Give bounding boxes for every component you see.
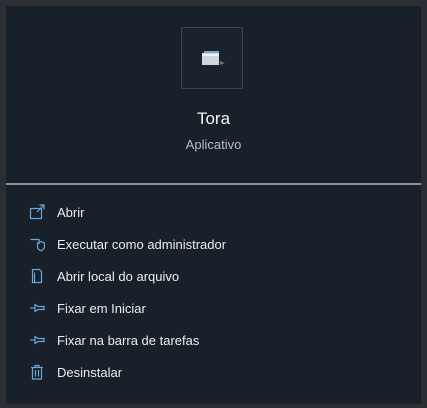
menu-item-uninstall[interactable]: Desinstalar: [6, 356, 421, 388]
shield-icon: [29, 236, 45, 252]
menu-item-label: Fixar na barra de tarefas: [57, 332, 200, 348]
menu-item-pin-to-taskbar[interactable]: Fixar na barra de tarefas: [6, 324, 421, 356]
app-name: Tora: [196, 109, 231, 128]
menu-item-label: Abrir: [57, 204, 85, 220]
file-location-icon: [29, 268, 45, 284]
context-menu: Abrir Executar como administrador Abrir …: [6, 196, 421, 388]
trash-icon: [29, 364, 45, 380]
context-panel: Tora Aplicativo Abrir Executar como admi…: [6, 6, 421, 404]
menu-item-pin-to-start[interactable]: Fixar em Iniciar: [6, 292, 421, 324]
pin-icon: [29, 300, 45, 316]
menu-item-label: Desinstalar: [57, 364, 123, 380]
folder-app-icon: [202, 51, 225, 65]
divider: [6, 183, 421, 185]
app-tile[interactable]: [181, 27, 243, 89]
menu-item-label: Fixar em Iniciar: [57, 300, 146, 316]
menu-item-label: Abrir local do arquivo: [57, 268, 180, 284]
menu-item-label: Executar como administrador: [57, 236, 227, 252]
open-external-icon: [29, 204, 45, 220]
pin-icon: [29, 332, 45, 348]
menu-item-run-as-admin[interactable]: Executar como administrador: [6, 228, 421, 260]
menu-item-open-file-location[interactable]: Abrir local do arquivo: [6, 260, 421, 292]
app-type: Aplicativo: [185, 137, 242, 152]
menu-item-open[interactable]: Abrir: [6, 196, 421, 228]
